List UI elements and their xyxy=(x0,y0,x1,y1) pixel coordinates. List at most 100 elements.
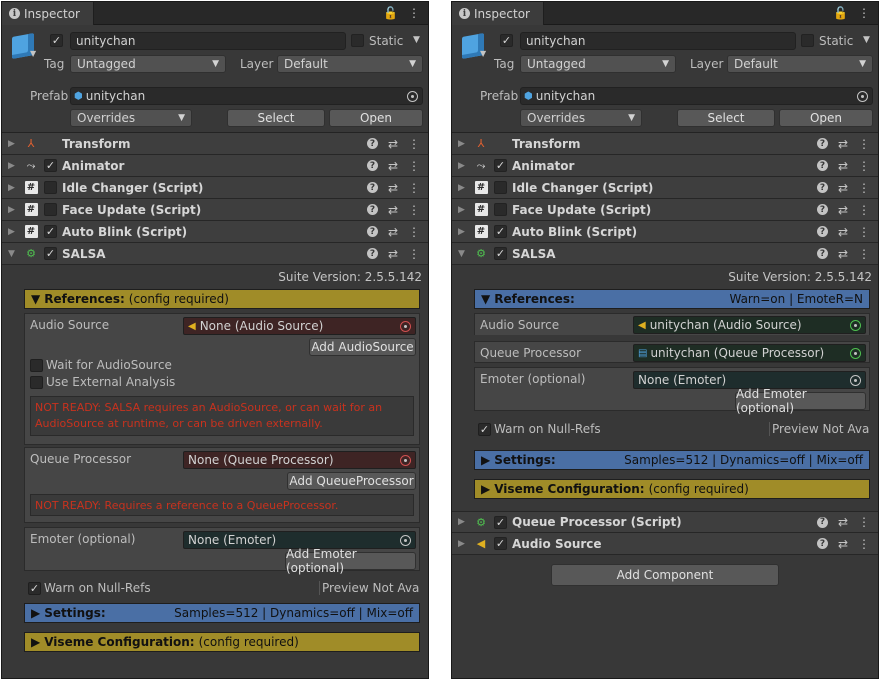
component-enabled-checkbox[interactable]: ✓ xyxy=(494,515,507,529)
presets-icon[interactable]: ⇄ xyxy=(838,515,848,529)
help-icon[interactable]: ? xyxy=(816,182,828,193)
fold-arrow-icon[interactable]: ▼ xyxy=(8,249,15,259)
presets-icon[interactable]: ⇄ xyxy=(388,247,398,261)
help-icon[interactable]: ? xyxy=(816,204,828,215)
component-transform[interactable]: ▶ ⅄ Transform? ⇄ ⋮ xyxy=(2,133,428,155)
icon-dropdown-icon[interactable]: ▼ xyxy=(30,49,36,58)
lock-icon[interactable]: 🔓 xyxy=(383,6,398,20)
presets-icon[interactable]: ⇄ xyxy=(388,159,398,173)
component-enabled-checkbox[interactable]: ✓ xyxy=(494,537,507,550)
component-transform[interactable]: ▶ ⅄ Transform? ⇄ ⋮ xyxy=(452,133,878,155)
static-dropdown-icon[interactable]: ▼ xyxy=(863,35,870,45)
preview-toggle[interactable]: Preview Not Avai xyxy=(319,581,419,595)
add-component-button[interactable]: Add Component xyxy=(551,564,779,586)
component-salsa[interactable]: ▼ ⚙ ✓ SALSA? ⇄ ⋮ xyxy=(2,243,428,265)
queue-processor-field[interactable]: ▤ unitychan (Queue Processor) xyxy=(633,344,866,362)
object-picker-icon[interactable] xyxy=(850,319,861,331)
object-picker-icon[interactable] xyxy=(400,454,411,466)
fold-arrow-icon[interactable]: ▶ xyxy=(8,205,15,215)
fold-arrow-icon[interactable]: ▶ xyxy=(8,139,15,149)
presets-icon[interactable]: ⇄ xyxy=(388,225,398,239)
component-idle-changer[interactable]: ▶ # Idle Changer (Script)? ⇄ ⋮ xyxy=(452,177,878,199)
kebab-menu-icon[interactable]: ⋮ xyxy=(408,6,420,20)
fold-arrow-icon[interactable]: ▶ xyxy=(458,139,465,149)
component-enabled-checkbox[interactable] xyxy=(494,203,507,216)
help-icon[interactable]: ? xyxy=(816,248,828,259)
help-icon[interactable]: ? xyxy=(366,248,378,259)
active-checkbox[interactable]: ✓ xyxy=(50,34,63,47)
help-icon[interactable]: ? xyxy=(816,138,828,149)
help-icon[interactable]: ? xyxy=(366,204,378,215)
tag-dropdown[interactable]: Untagged ▼ xyxy=(70,55,226,73)
kebab-menu-icon[interactable]: ⋮ xyxy=(858,181,870,195)
overrides-dropdown[interactable]: Overrides ▼ xyxy=(520,109,642,127)
presets-icon[interactable]: ⇄ xyxy=(838,225,848,239)
audio-source-field[interactable]: ◀ None (Audio Source) xyxy=(183,317,416,335)
presets-icon[interactable]: ⇄ xyxy=(838,203,848,217)
open-button[interactable]: Open xyxy=(329,109,423,127)
references-foldout[interactable]: ▼ References: Warn=on | EmoteR=N xyxy=(474,289,870,309)
fold-arrow-icon[interactable]: ▶ xyxy=(458,517,465,527)
object-picker-icon[interactable] xyxy=(407,90,418,102)
use-external-analysis-checkbox[interactable] xyxy=(30,376,43,389)
fold-arrow-icon[interactable]: ▶ xyxy=(8,161,15,171)
fold-arrow-icon[interactable]: ▶ xyxy=(458,161,465,171)
prefab-field[interactable]: ⬢ unitychan xyxy=(520,87,873,105)
static-checkbox[interactable] xyxy=(801,34,814,47)
help-icon[interactable]: ? xyxy=(816,516,828,528)
kebab-menu-icon[interactable]: ⋮ xyxy=(858,225,870,239)
component-enabled-checkbox[interactable]: ✓ xyxy=(494,225,507,238)
help-icon[interactable]: ? xyxy=(366,160,378,171)
fold-arrow-icon[interactable]: ▶ xyxy=(8,183,15,193)
layer-dropdown[interactable]: Default ▼ xyxy=(277,55,423,73)
fold-arrow-icon[interactable]: ▶ xyxy=(458,183,465,193)
name-field[interactable]: unitychan xyxy=(520,32,796,50)
component-enabled-checkbox[interactable] xyxy=(44,181,57,194)
fold-arrow-icon[interactable]: ▶ xyxy=(8,227,15,237)
select-button[interactable]: Select xyxy=(677,109,775,127)
kebab-menu-icon[interactable]: ⋮ xyxy=(408,247,420,261)
component-face-update[interactable]: ▶ # Face Update (Script)? ⇄ ⋮ xyxy=(2,199,428,221)
add-audiosource-button[interactable]: Add AudioSource xyxy=(309,338,416,356)
object-picker-icon[interactable] xyxy=(400,320,411,332)
kebab-menu-icon[interactable]: ⋮ xyxy=(408,203,420,217)
component-enabled-checkbox[interactable]: ✓ xyxy=(44,247,57,260)
help-icon[interactable]: ? xyxy=(816,160,828,171)
component-enabled-checkbox[interactable]: ✓ xyxy=(494,159,507,172)
presets-icon[interactable]: ⇄ xyxy=(838,537,848,551)
fold-arrow-icon[interactable]: ▼ xyxy=(458,249,465,259)
object-picker-icon[interactable] xyxy=(857,90,868,102)
warn-null-refs-checkbox[interactable]: ✓ xyxy=(28,582,41,595)
settings-foldout[interactable]: ▶ Settings: Samples=512 | Dynamics=off | M… xyxy=(24,603,420,623)
fold-arrow-icon[interactable]: ▶ xyxy=(458,227,465,237)
add-emoter-button[interactable]: Add Emoter (optional) xyxy=(735,387,866,415)
add-queueprocessor-button[interactable]: Add QueueProcessor xyxy=(287,472,416,490)
kebab-menu-icon[interactable]: ⋮ xyxy=(858,203,870,217)
component-enabled-checkbox[interactable]: ✓ xyxy=(494,247,507,260)
kebab-menu-icon[interactable]: ⋮ xyxy=(858,515,870,529)
component-audio-source[interactable]: ▶ ◀ ✓ Audio Source? ⇄ ⋮ xyxy=(452,533,878,555)
help-icon[interactable]: ? xyxy=(366,182,378,193)
object-picker-icon[interactable] xyxy=(850,347,861,359)
component-queue-processor[interactable]: ▶ ⚙ ✓ Queue Processor (Script)? ⇄ ⋮ xyxy=(452,511,878,533)
tab-inspector[interactable]: i Inspector xyxy=(2,2,94,25)
layer-dropdown[interactable]: Default ▼ xyxy=(727,55,873,73)
viseme-foldout[interactable]: ▶ Viseme Configuration: (config required) xyxy=(24,632,420,652)
presets-icon[interactable]: ⇄ xyxy=(838,181,848,195)
kebab-menu-icon[interactable]: ⋮ xyxy=(408,181,420,195)
presets-icon[interactable]: ⇄ xyxy=(388,203,398,217)
add-emoter-button[interactable]: Add Emoter (optional) xyxy=(285,547,416,575)
help-icon[interactable]: ? xyxy=(366,138,378,149)
kebab-menu-icon[interactable]: ⋮ xyxy=(408,137,420,151)
help-icon[interactable]: ? xyxy=(816,226,828,237)
prefab-field[interactable]: ⬢ unitychan xyxy=(70,87,423,105)
fold-arrow-icon[interactable]: ▶ xyxy=(458,539,465,549)
component-auto-blink[interactable]: ▶ # ✓ Auto Blink (Script)? ⇄ ⋮ xyxy=(2,221,428,243)
name-field[interactable]: unitychan xyxy=(70,32,346,50)
kebab-menu-icon[interactable]: ⋮ xyxy=(858,6,870,20)
active-checkbox[interactable]: ✓ xyxy=(500,34,513,47)
viseme-foldout[interactable]: ▶ Viseme Configuration: (config required) xyxy=(474,479,870,499)
presets-icon[interactable]: ⇄ xyxy=(388,137,398,151)
component-animator[interactable]: ▶ ⤳ ✓ Animator? ⇄ ⋮ xyxy=(2,155,428,177)
component-animator[interactable]: ▶ ⤳ ✓ Animator? ⇄ ⋮ xyxy=(452,155,878,177)
